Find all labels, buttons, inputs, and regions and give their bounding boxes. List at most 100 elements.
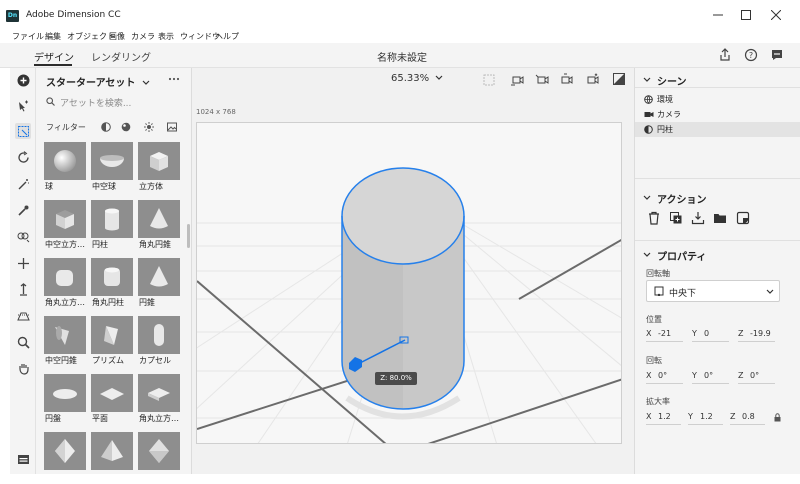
- minimize-button[interactable]: [706, 6, 730, 24]
- render-preview-icon[interactable]: [613, 73, 625, 85]
- asset-card-disc[interactable]: 円盤: [44, 374, 86, 426]
- maximize-button[interactable]: [734, 6, 758, 24]
- rotation-x-field[interactable]: 0°: [658, 371, 667, 380]
- frame-select-tool[interactable]: [15, 123, 31, 139]
- chevron-down-icon[interactable]: [643, 77, 651, 83]
- help-icon[interactable]: ?: [744, 48, 758, 62]
- scene-item-camera[interactable]: カメラ: [635, 107, 800, 122]
- workspace-tabs: デザイン レンダリング 名称未設定 ?: [0, 43, 800, 68]
- canvas-fit-icon[interactable]: [483, 74, 495, 86]
- magic-wand-tool[interactable]: [15, 176, 31, 192]
- asset-label: 平面: [92, 414, 108, 423]
- asset-card-rounded-cone[interactable]: 角丸円錐: [138, 200, 180, 252]
- menu-file[interactable]: ファイル: [12, 31, 44, 42]
- asset-card-cube[interactable]: 立方体: [138, 142, 180, 194]
- menu-object[interactable]: オブジェクト: [67, 31, 115, 42]
- asset-card-hollow-cone[interactable]: 中空円錐: [44, 316, 86, 368]
- lock-icon[interactable]: [774, 413, 781, 422]
- asset-card-capsule[interactable]: カプセル: [138, 316, 180, 368]
- asset-card-hollow-sphere[interactable]: 中空球: [91, 142, 133, 194]
- scale-z-field[interactable]: 0.8: [742, 412, 755, 421]
- asset-card-rounded-box[interactable]: 角丸立方…: [138, 374, 180, 426]
- asset-card-rounded-cylinder[interactable]: 角丸円柱: [91, 258, 133, 310]
- hand-tool[interactable]: [15, 360, 31, 376]
- close-button[interactable]: [764, 6, 788, 24]
- asset-label: プリズム: [92, 356, 124, 365]
- rotation-z-field[interactable]: 0°: [750, 371, 759, 380]
- more-options-icon[interactable]: [168, 77, 180, 81]
- pivot-value: 中央下: [669, 289, 697, 299]
- assets-search-input[interactable]: アセットを検索...: [44, 95, 184, 109]
- disc-shape-icon: [53, 389, 77, 399]
- zoom-tool[interactable]: [15, 334, 31, 350]
- menu-view[interactable]: 表示: [158, 31, 174, 42]
- position-z-field[interactable]: -19.9: [750, 329, 771, 338]
- asset-card-rounded-cube[interactable]: 角丸立方…: [44, 258, 86, 310]
- asset-thumbnail: [91, 200, 133, 238]
- select-icon: [18, 100, 28, 111]
- filter-models-icon[interactable]: [101, 122, 111, 132]
- assets-title-dropdown[interactable]: スターターアセット: [46, 74, 150, 89]
- material-icon[interactable]: [736, 211, 750, 225]
- vertical-move-tool[interactable]: [15, 281, 31, 297]
- asset-card-plane[interactable]: 平面: [91, 374, 133, 426]
- tab-design[interactable]: デザイン: [34, 49, 74, 64]
- add-tool[interactable]: [15, 72, 31, 88]
- asset-card-prism[interactable]: プリズム: [91, 316, 133, 368]
- position-y-field[interactable]: 0: [704, 329, 709, 338]
- camera-dolly-icon[interactable]: [560, 73, 574, 87]
- asset-label: 中空立方…: [45, 240, 85, 249]
- select-tool[interactable]: [15, 98, 31, 114]
- orbit-tool[interactable]: [15, 149, 31, 165]
- asset-card-hollow-cube[interactable]: 中空立方…: [44, 200, 86, 252]
- camera-bookmark-icon[interactable]: [586, 73, 600, 87]
- camera-pan-icon[interactable]: [535, 73, 549, 87]
- asset-label: 角丸立方…: [139, 414, 179, 423]
- filter-materials-icon[interactable]: [121, 122, 131, 132]
- group-icon[interactable]: [713, 211, 727, 225]
- assets-scrollbar[interactable]: [187, 224, 190, 248]
- pivot-select[interactable]: 中央下: [646, 280, 780, 302]
- scene-item-environment[interactable]: 環境: [635, 92, 800, 107]
- rotation-y-field[interactable]: 0°: [704, 371, 713, 380]
- viewport: 65.33% 1024 x 768 Z: 80.0%: [192, 68, 634, 474]
- position-x-field[interactable]: -21: [658, 329, 671, 338]
- frame-select-icon: [17, 125, 29, 137]
- horizon-tool[interactable]: [15, 307, 31, 323]
- scene-item-label: 環境: [657, 95, 673, 104]
- zoom-dropdown[interactable]: 65.33%: [391, 73, 443, 84]
- delete-icon[interactable]: [647, 211, 661, 225]
- maximize-icon: [741, 10, 751, 20]
- menu-help[interactable]: ヘルプ: [215, 31, 239, 42]
- asset-thumbnail: [91, 258, 133, 296]
- canvas[interactable]: Z: 80.0%: [196, 122, 622, 444]
- asset-card-sphere[interactable]: 球: [44, 142, 86, 194]
- scale-y-field[interactable]: 1.2: [700, 412, 713, 421]
- camera-orbit-icon[interactable]: [510, 73, 524, 87]
- filter-lights-icon[interactable]: [144, 122, 154, 132]
- move-tool[interactable]: [15, 255, 31, 271]
- filter-images-icon[interactable]: [167, 122, 177, 132]
- scene-item-cylinder[interactable]: 円柱: [635, 122, 800, 137]
- scale-x-field[interactable]: 1.2: [658, 412, 671, 421]
- drop-icon[interactable]: [691, 211, 705, 225]
- sample-tool[interactable]: [15, 228, 31, 244]
- chevron-down-icon[interactable]: [643, 195, 651, 201]
- chevron-down-icon[interactable]: [643, 252, 651, 258]
- hand-icon: [18, 363, 29, 375]
- comment-icon[interactable]: [770, 48, 784, 62]
- asset-label: 角丸立方…: [45, 298, 85, 307]
- share-icon[interactable]: [718, 48, 732, 62]
- duplicate-icon[interactable]: [669, 211, 683, 225]
- eyedropper-tool[interactable]: [15, 202, 31, 218]
- app-title: Adobe Dimension CC: [26, 10, 121, 20]
- asset-thumbnail: [138, 200, 180, 238]
- layers-panel-toggle[interactable]: [15, 451, 31, 467]
- menu-edit[interactable]: 編集: [45, 31, 61, 42]
- menu-image[interactable]: 画像: [109, 31, 125, 42]
- menu-camera[interactable]: カメラ: [131, 31, 155, 42]
- asset-card-cylinder[interactable]: 円柱: [91, 200, 133, 252]
- menu-window[interactable]: ウィンドウ: [180, 31, 220, 42]
- tab-render[interactable]: レンダリング: [91, 49, 151, 64]
- asset-card-cone[interactable]: 円錐: [138, 258, 180, 310]
